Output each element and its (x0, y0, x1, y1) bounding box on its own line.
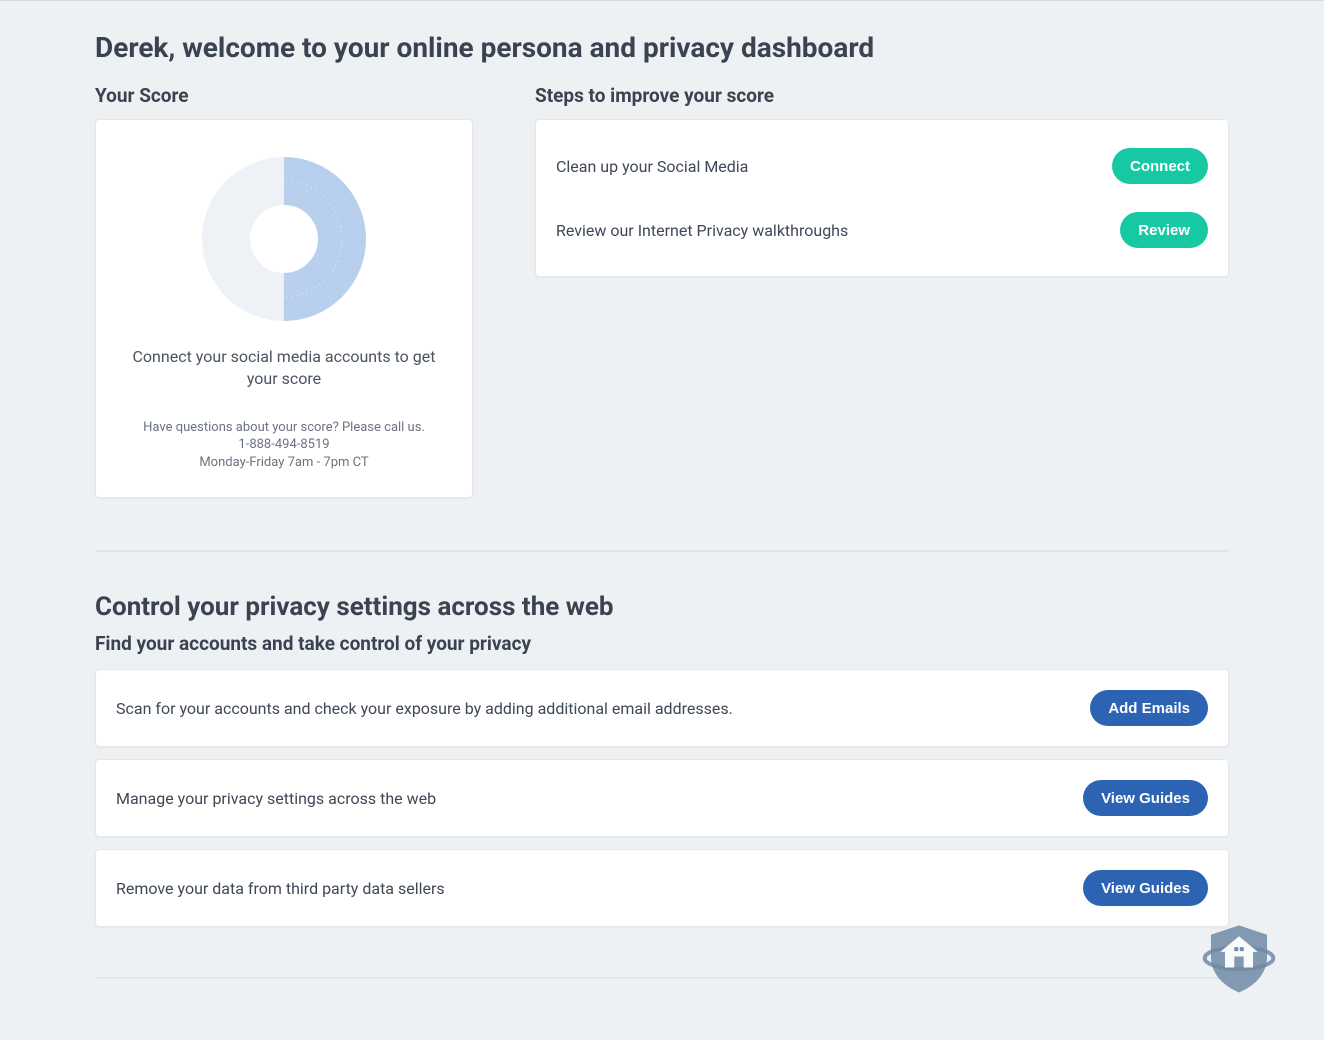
step-text: Clean up your Social Media (556, 157, 748, 176)
step-row: Review our Internet Privacy walkthroughs… (556, 198, 1208, 262)
step-text: Review our Internet Privacy walkthroughs (556, 221, 848, 240)
privacy-action-card: Manage your privacy settings across the … (95, 759, 1229, 837)
privacy-action-card: Scan for your accounts and check your ex… (95, 669, 1229, 747)
privacy-section-subtitle: Find your accounts and take control of y… (95, 632, 1229, 655)
score-contact-line3: Monday-Friday 7am - 7pm CT (114, 454, 454, 472)
score-contact-line1: Have questions about your score? Please … (114, 419, 454, 437)
score-section-label: Your Score (95, 84, 473, 107)
steps-column: Steps to improve your score Clean up you… (535, 84, 1229, 277)
score-column: Your Score Connect your social media acc… (95, 84, 473, 498)
steps-card: Clean up your Social Media Connect Revie… (535, 119, 1229, 277)
step-row: Clean up your Social Media Connect (556, 134, 1208, 198)
dashboard-container: Derek, welcome to your online persona an… (95, 1, 1229, 1019)
steps-section-label: Steps to improve your score (535, 84, 1229, 107)
view-guides-button[interactable]: View Guides (1083, 870, 1208, 906)
score-contact-line2: 1-888-494-8519 (114, 436, 454, 454)
view-guides-button[interactable]: View Guides (1083, 780, 1208, 816)
add-emails-button[interactable]: Add Emails (1090, 690, 1208, 726)
score-donut-wrap (114, 148, 454, 346)
privacy-action-text: Scan for your accounts and check your ex… (116, 699, 733, 718)
page-title: Derek, welcome to your online persona an… (95, 1, 1229, 72)
top-row: Your Score Connect your social media acc… (95, 84, 1229, 498)
connect-button[interactable]: Connect (1112, 148, 1208, 184)
privacy-action-text: Manage your privacy settings across the … (116, 789, 436, 808)
score-message: Connect your social media accounts to ge… (114, 346, 454, 419)
privacy-action-card: Remove your data from third party data s… (95, 849, 1229, 927)
score-donut-chart (201, 156, 367, 322)
privacy-action-text: Remove your data from third party data s… (116, 879, 445, 898)
section-divider (95, 550, 1229, 552)
review-button[interactable]: Review (1120, 212, 1208, 248)
privacy-section-title: Control your privacy settings across the… (95, 592, 1229, 622)
score-card: Connect your social media accounts to ge… (95, 119, 473, 498)
score-contact: Have questions about your score? Please … (114, 419, 454, 472)
section-divider (95, 977, 1229, 979)
